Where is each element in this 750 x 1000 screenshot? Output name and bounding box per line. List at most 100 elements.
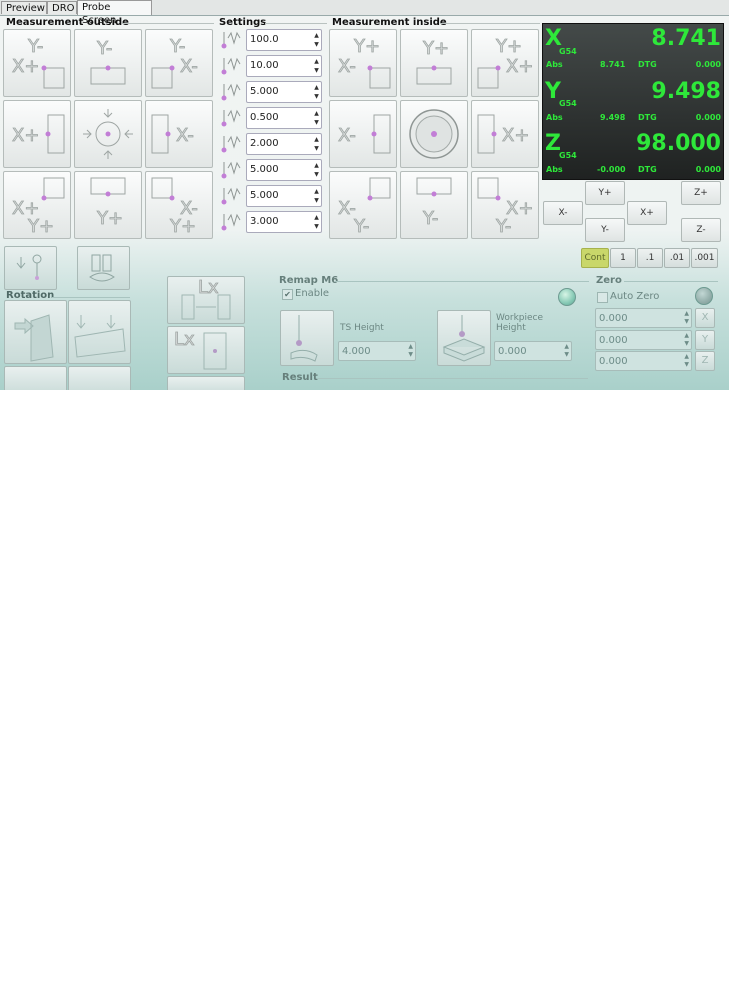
outside-yp-edge-button[interactable]: Y- [74, 29, 142, 97]
probe-down-icon [16, 254, 42, 280]
rotation-y-plus-button[interactable] [4, 300, 67, 364]
workpiece-height-spinbox[interactable]: 0.000 ▲ ▼ [494, 341, 572, 361]
outside-xp-edge-button[interactable]: X- [145, 100, 213, 168]
measure-ly-button[interactable] [167, 376, 245, 390]
svg-text:X+: X+ [506, 56, 533, 77]
group-divider [335, 281, 589, 282]
spin-arrows-icon[interactable]: ▲ ▼ [313, 135, 320, 153]
tool-length-button[interactable] [77, 246, 130, 290]
jog-y-minus-button[interactable]: Y- [585, 218, 625, 242]
spin-arrows-icon[interactable]: ▲ ▼ [684, 332, 689, 348]
outside-xm-edge-button[interactable]: X+ [3, 100, 71, 168]
increment-0-01-button[interactable]: .01 [664, 248, 690, 268]
settings-spinbox-3[interactable]: 5.000 ▲ ▼ [246, 81, 322, 103]
inside-xp-ym-corner-button[interactable]: X+ Y- [471, 171, 539, 239]
zero-z-spinbox[interactable]: 0.000 ▲ ▼ [595, 351, 692, 371]
settings-spinbox-7[interactable]: 5.000 ▲ ▼ [246, 185, 322, 207]
group-divider [318, 378, 588, 379]
rotation-button-4[interactable] [68, 366, 131, 390]
inside-yp-edge-button[interactable]: Y+ [400, 29, 468, 97]
inside-xm-ym-corner-button[interactable]: X- Y- [329, 171, 397, 239]
spin-arrows-icon[interactable]: ▲ ▼ [408, 343, 413, 359]
dro-z-dtg-label: DTG [638, 165, 657, 174]
spin-arrows-icon[interactable]: ▲ ▼ [313, 161, 320, 179]
tab-probe-screen[interactable]: Probe Screen [77, 0, 152, 26]
enable-checkbox[interactable]: ✔ [282, 289, 293, 300]
jog-z-plus-button[interactable]: Z+ [681, 181, 721, 205]
measure-lx-inside-button[interactable]: Lx [167, 326, 245, 374]
rotation-icon [14, 314, 54, 362]
probe-direction-icon: X+Y+ [12, 177, 65, 237]
spin-arrows-icon[interactable]: ▲ ▼ [313, 187, 320, 205]
workpiece-probe-button[interactable] [437, 310, 491, 366]
zero-x-spinbox[interactable]: 0.000 ▲ ▼ [595, 308, 692, 328]
svg-text:X-: X- [180, 56, 198, 77]
outside-ym-edge-button[interactable]: Y+ [74, 171, 142, 239]
probe-direction-icon: Y+ [90, 177, 126, 229]
spin-arrows-icon[interactable]: ▲ ▼ [684, 310, 689, 326]
inside-xp-yp-corner-button[interactable]: X+ Y+ [471, 29, 539, 97]
tab-preview[interactable]: Preview [1, 1, 47, 14]
group-title-inside: Measurement inside [332, 17, 447, 28]
zero-y-spinbox[interactable]: 0.000 ▲ ▼ [595, 330, 692, 350]
zero-y-button[interactable]: Y [695, 330, 715, 350]
svg-text:Y+: Y+ [169, 216, 196, 237]
spin-arrows-icon[interactable]: ▲ ▼ [313, 109, 320, 127]
settings-spinbox-1[interactable]: 100.0 ▲ ▼ [246, 29, 322, 51]
tool-setter-probe-button[interactable] [280, 310, 334, 366]
auto-zero-checkbox[interactable] [597, 292, 608, 303]
settings-spinbox-8[interactable]: 3.000 ▲ ▼ [246, 211, 322, 233]
ts-height-spinbox[interactable]: 4.000 ▲ ▼ [338, 341, 416, 361]
spin-arrows-icon[interactable]: ▲ ▼ [313, 83, 320, 101]
probe-diameter-icon [218, 82, 242, 104]
increment-0-1-button[interactable]: .1 [637, 248, 663, 268]
settings-spinbox-2[interactable]: 10.00 ▲ ▼ [246, 55, 322, 77]
svg-text:Y-: Y- [353, 216, 369, 237]
outside-xm-ym-corner-button[interactable]: X+ Y+ [3, 171, 71, 239]
increment-0-001-button[interactable]: .001 [691, 248, 718, 268]
settings-value: 5.000 [250, 86, 279, 97]
inside-xp-edge-button[interactable]: X+ [471, 100, 539, 168]
zero-x-button[interactable]: X [695, 308, 715, 328]
increment-cont-button[interactable]: Cont [581, 248, 609, 268]
rotation-button-3[interactable] [4, 366, 67, 390]
jog-z-minus-button[interactable]: Z- [681, 218, 721, 242]
inside-hole-button[interactable] [400, 100, 468, 168]
dro-z-wcs: G54 [559, 151, 577, 160]
settings-spinbox-5[interactable]: 2.000 ▲ ▼ [246, 133, 322, 155]
settings-spinbox-4[interactable]: 0.500 ▲ ▼ [246, 107, 322, 129]
probe-direction-icon: X+Y+ [477, 36, 534, 89]
outside-xp-ym-corner-button[interactable]: X- Y+ [145, 171, 213, 239]
spin-arrows-icon[interactable]: ▲ ▼ [313, 57, 320, 75]
group-title-outside: Measurement outside [6, 17, 129, 28]
spin-arrows-icon[interactable]: ▲ ▼ [313, 213, 320, 231]
remap-status-led [558, 288, 576, 306]
dro-x-wcs: G54 [559, 47, 577, 56]
jog-x-minus-button[interactable]: X- [543, 201, 583, 225]
jog-y-plus-button[interactable]: Y+ [585, 181, 625, 205]
svg-text:Y+: Y+ [96, 208, 123, 229]
zero-z-button[interactable]: Z [695, 351, 715, 371]
spin-arrows-icon[interactable]: ▲ ▼ [313, 31, 320, 49]
spin-arrows-icon[interactable]: ▲ ▼ [684, 353, 689, 369]
group-divider [624, 281, 718, 282]
inside-xm-edge-button[interactable]: X- [329, 100, 397, 168]
dro-display: X G54 8.741 Abs 8.741 DTG 0.000 Y G54 9.… [542, 23, 724, 180]
svg-text:Y-: Y- [27, 36, 43, 57]
inside-xm-yp-corner-button[interactable]: X- Y+ [329, 29, 397, 97]
inside-ym-edge-button[interactable]: Y- [400, 171, 468, 239]
outside-center-button[interactable] [74, 100, 142, 168]
increment-1-button[interactable]: 1 [610, 248, 636, 268]
measure-lx-outside-button[interactable]: Lx [167, 276, 245, 324]
rotation-x-plus-button[interactable] [68, 300, 131, 364]
probe-down-button[interactable] [4, 246, 57, 290]
probe-direction-icon: X- [338, 114, 391, 154]
outside-xm-yp-corner-button[interactable]: X+ Y- [3, 29, 71, 97]
tab-dro[interactable]: DRO [47, 1, 77, 14]
outside-xp-yp-corner-button[interactable]: X- Y- [145, 29, 213, 97]
spin-arrows-icon[interactable]: ▲ ▼ [564, 343, 569, 359]
settings-spinbox-6[interactable]: 5.000 ▲ ▼ [246, 159, 322, 181]
svg-text:Y-: Y- [169, 36, 185, 57]
tab-preview-label: Preview [6, 3, 45, 14]
jog-x-plus-button[interactable]: X+ [627, 201, 667, 225]
